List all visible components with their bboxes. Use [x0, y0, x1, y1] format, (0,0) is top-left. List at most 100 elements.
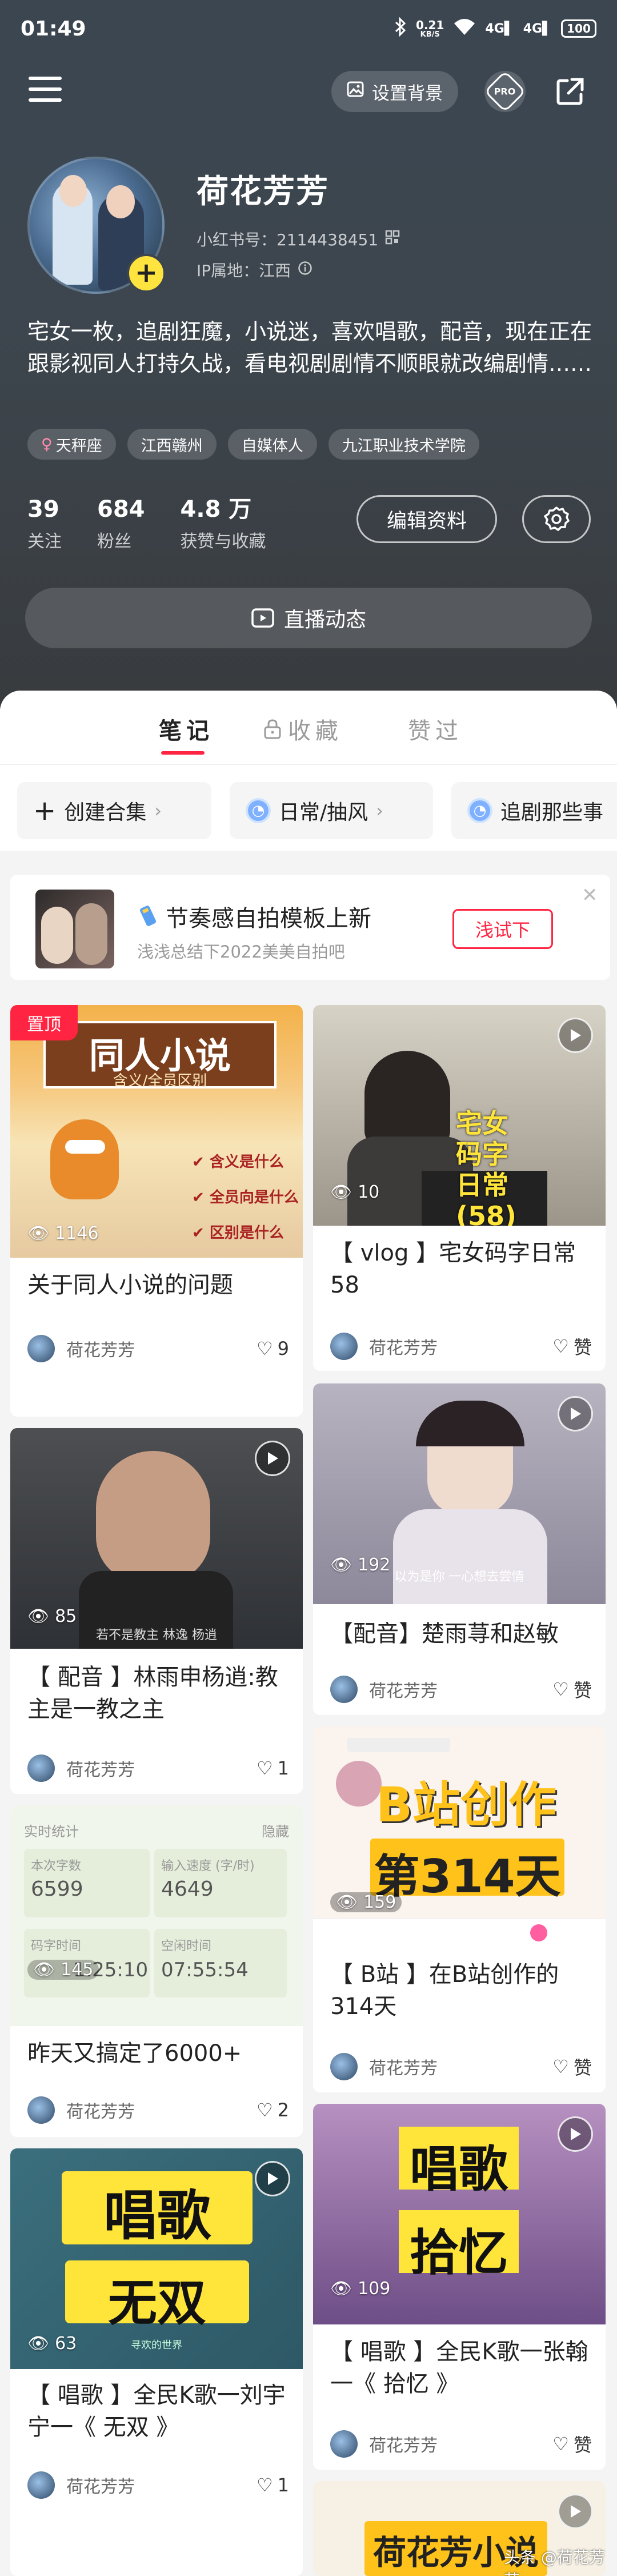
- author-name: 荷花芳芳: [369, 1338, 438, 1358]
- settings-button[interactable]: [522, 495, 591, 543]
- stat-likes-collects[interactable]: 4.8 万 获赞与收藏: [181, 495, 266, 552]
- watermark: 头条 @荷花芳芳: [504, 2548, 605, 2576]
- like-button[interactable]: ♡ 赞: [552, 1676, 592, 1702]
- note-footer: 荷花芳芳 ♡ 9: [27, 1334, 289, 1363]
- author-name: 荷花芳芳: [369, 1681, 438, 1701]
- stat-followers[interactable]: 684 粉丝: [97, 495, 145, 552]
- view-count-value: 192: [358, 1555, 391, 1575]
- note-card[interactable]: 若不是教主 林逸 杨逍 👁 85 【 配音 】林雨申杨逍:教主是一教之主 荷花芳芳…: [10, 1428, 303, 1794]
- heart-icon: ♡: [552, 2056, 569, 2077]
- author-name: 荷花芳芳: [369, 2059, 438, 2079]
- author-avatar: [27, 1754, 55, 1782]
- cover-stat-value: 6599: [31, 1877, 83, 1901]
- note-title: 【 vlog 】宅女码字日常58: [330, 1240, 576, 1298]
- menu-button[interactable]: [29, 77, 62, 106]
- stat-following[interactable]: 39 关注: [27, 495, 62, 552]
- heart-icon: ♡: [256, 1338, 273, 1359]
- like-button[interactable]: ♡ 9: [257, 1338, 289, 1359]
- close-icon[interactable]: ✕: [582, 884, 598, 907]
- heart-icon: ♡: [256, 2099, 273, 2121]
- live-icon: [251, 608, 274, 628]
- promo-title-text: 节奏感自拍模板上新: [166, 906, 371, 932]
- play-icon: [558, 2494, 593, 2529]
- note-cover: 实时统计 隐藏 本次字数 6599 输入速度 (字/时) 4649 码字时间 1…: [10, 1805, 303, 2026]
- like-count: 赞: [573, 2434, 592, 2456]
- like-button[interactable]: ♡ 赞: [552, 1333, 592, 1359]
- author-name: 荷花芳芳: [66, 1760, 135, 1780]
- gear-icon: [544, 507, 570, 531]
- cover-bullet-3: ✔ 区别是什么: [192, 1225, 284, 1242]
- chevron-right-icon: ›: [154, 800, 162, 822]
- share-button[interactable]: [550, 71, 591, 112]
- cover-bullet-text: 区别是什么: [209, 1225, 284, 1242]
- live-button[interactable]: 直播动态: [25, 588, 592, 648]
- like-button[interactable]: ♡ 赞: [552, 2053, 592, 2080]
- cover-bullet-text: 全员向是什么: [209, 1189, 299, 1206]
- note-cover: B站创作 第314天 👁 159: [313, 1726, 606, 1947]
- tag-school: 九江职业技术学院: [328, 429, 479, 460]
- note-cover: 唱歌 无双 寻欢的世界 👁 63: [10, 2148, 303, 2369]
- qr-code-icon[interactable]: [385, 230, 400, 249]
- note-card[interactable]: 唱歌 拾忆 👁 109 【 唱歌 】全民K歌一张翰一《 拾忆 》 荷花芳芳 ♡ 赞: [313, 2104, 606, 2470]
- collection-drama[interactable]: ◔ 追剧那些事: [451, 782, 617, 839]
- note-card[interactable]: 以为是你 一心想去尝情 👁 192 【配音】楚雨荨和赵敏 荷花芳芳 ♡ 赞: [313, 1383, 606, 1715]
- note-title: 关于同人小说的问题: [27, 1272, 233, 1298]
- cover-stat-label: 本次字数: [31, 1859, 82, 1873]
- like-button[interactable]: ♡ 2: [257, 2099, 289, 2121]
- like-button[interactable]: ♡ 赞: [552, 2431, 592, 2457]
- note-title: 昨天又搞定了6000+: [27, 2040, 242, 2067]
- collection-daily[interactable]: ◔ 日常/抽风 ›: [230, 782, 433, 839]
- pro-button[interactable]: PRO: [484, 70, 526, 113]
- heart-icon: ♡: [552, 1678, 569, 1700]
- stat-value: 684: [97, 496, 145, 523]
- net-speed-unit: KB/S: [420, 30, 440, 39]
- like-button[interactable]: ♡ 1: [257, 2474, 289, 2496]
- cover-line: 码字: [456, 1139, 508, 1170]
- note-cover: 宅女 码字 日常 (58) 👁 10: [313, 1005, 606, 1226]
- ip-location-text: IP属地：江西: [197, 261, 291, 280]
- cover-line: 日常: [456, 1170, 508, 1201]
- battery-level: 100: [567, 22, 591, 35]
- note-card[interactable]: 同人小说 含义/全员区别 ✔ 含义是什么 ✔ 全员向是什么 ✔ 区别是什么 置顶…: [10, 1005, 303, 1417]
- cover-headline: 唱歌: [410, 2141, 508, 2198]
- tab-collects[interactable]: 收藏: [263, 712, 343, 745]
- pro-label: PRO: [494, 86, 516, 97]
- promo-try-button[interactable]: 浅试下: [452, 909, 553, 949]
- net-speed-value: 0.21: [416, 18, 444, 32]
- create-collection-button[interactable]: + 创建合集 ›: [17, 782, 211, 839]
- bio[interactable]: 宅女一枚，追剧狂魔，小说迷，喜欢唱歌，配音，现在正在跟影视同人打持久战，看电视剧…: [27, 316, 593, 380]
- tab-bar: 笔记 收藏 赞过: [0, 691, 617, 765]
- note-footer: 荷花芳芳 ♡ 1: [27, 2471, 289, 2499]
- set-background-button[interactable]: 设置背景: [331, 71, 458, 112]
- note-card[interactable]: 实时统计 隐藏 本次字数 6599 输入速度 (字/时) 4649 码字时间 1…: [10, 1805, 303, 2137]
- note-footer: 荷花芳芳 ♡ 赞: [330, 1675, 592, 1704]
- tab-label: 收藏: [288, 718, 343, 744]
- cover-sub: 含义/全员区别: [113, 1072, 207, 1090]
- eye-icon: 👁: [27, 1606, 50, 1626]
- like-button[interactable]: ♡ 1: [257, 1757, 289, 1779]
- note-card[interactable]: 唱歌 无双 寻欢的世界 👁 63 【 唱歌 】全民K歌一刘宇宁一《 无双 》 荷花…: [10, 2148, 303, 2576]
- info-icon[interactable]: [298, 261, 312, 280]
- edit-profile-button[interactable]: 编辑资料: [356, 495, 497, 543]
- cover-stat-hide: 隐藏: [262, 1824, 289, 1840]
- note-footer: 荷花芳芳 ♡ 赞: [330, 2052, 592, 2081]
- note-card[interactable]: 宅女 码字 日常 (58) 👁 10 【 vlog 】宅女码字日常58 荷花芳芳 …: [313, 1005, 606, 1371]
- view-count-value: 85: [55, 1606, 77, 1626]
- eye-icon: 👁: [27, 2334, 50, 2354]
- add-avatar-button[interactable]: +: [127, 254, 166, 293]
- tab-notes[interactable]: 笔记: [159, 712, 214, 745]
- tab-liked[interactable]: 赞过: [408, 712, 463, 745]
- promo-banner[interactable]: 节奏感自拍模板上新 浅浅总结下2022美美自拍吧 浅试下 ✕: [10, 875, 610, 980]
- tag-occupation: 自媒体人: [227, 429, 317, 460]
- active-tab-indicator: [161, 751, 205, 755]
- eye-icon: 👁: [330, 1182, 352, 1202]
- cover-headline: 宅女 码字 日常 (58): [456, 1108, 516, 1226]
- note-card[interactable]: B站创作 第314天 👁 159 【 B站 】在B站创作的314天 荷花芳芳 ♡ 赞: [313, 1726, 606, 2092]
- view-count-value: 1146: [55, 1223, 99, 1243]
- like-count: 赞: [573, 1337, 592, 1358]
- promo-subtitle: 浅浅总结下2022美美自拍吧: [137, 942, 345, 962]
- promo-thumbnail: [35, 890, 114, 968]
- rednote-id: 小红书号：2114438451: [197, 228, 400, 250]
- female-icon: ♀: [41, 435, 53, 453]
- like-count: 2: [277, 2099, 289, 2121]
